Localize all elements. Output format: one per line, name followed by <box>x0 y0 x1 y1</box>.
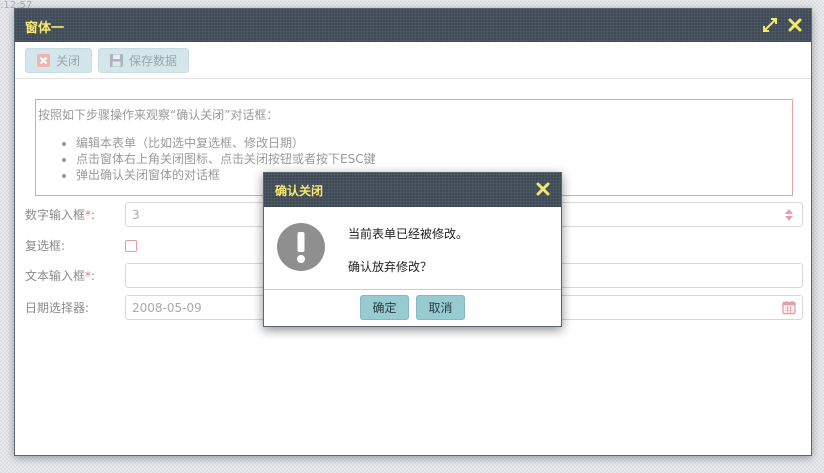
confirm-dialog: 确认关闭 当前表单已经被修改。 确认放弃修改？ 确定 取消 <box>263 172 562 327</box>
dialog-body: 当前表单已经被修改。 确认放弃修改？ <box>264 207 561 290</box>
dialog-close-icon[interactable] <box>536 182 551 197</box>
dialog-header[interactable]: 确认关闭 <box>264 173 561 207</box>
dialog-title: 确认关闭 <box>275 184 324 198</box>
dialog-message-line2: 确认放弃修改？ <box>348 260 433 274</box>
warning-icon <box>276 222 326 272</box>
cancel-button[interactable]: 取消 <box>416 295 465 320</box>
dialog-footer: 确定 取消 <box>264 290 561 320</box>
dialog-message-line1: 当前表单已经被修改。 <box>348 227 469 241</box>
ok-button[interactable]: 确定 <box>360 295 409 320</box>
